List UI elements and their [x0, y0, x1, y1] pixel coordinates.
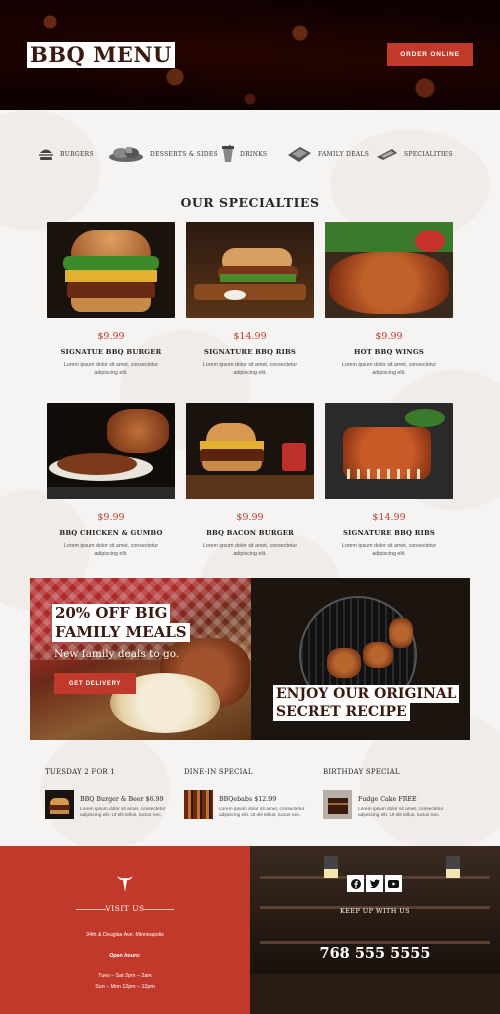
wings-photo — [325, 222, 453, 318]
item-description: Lorem ipsum dolor sit amet, consectetur … — [202, 543, 298, 557]
category-specialities[interactable]: SPECIALITIES — [376, 143, 453, 165]
facebook-icon[interactable] — [347, 875, 364, 892]
menu-item-card[interactable]: $14.99 SIGNATURE BBQ RIBS Lorem ipsum do… — [325, 403, 453, 558]
special-dine-in: DINE-IN SPECIAL BBQebabs $12.99 Lorem ip… — [184, 768, 324, 819]
special-thumbnail — [184, 790, 213, 819]
sides-icon — [108, 145, 144, 163]
specialties-title: OUR SPECIALTIES — [180, 195, 320, 210]
visit-us-label: VISIT US — [105, 904, 145, 913]
item-name: HOT BBQ WINGS — [354, 348, 424, 356]
item-name: SIGNATURE BBQ RIBS — [342, 529, 436, 537]
category-family-deals[interactable]: FAMILY DEALS — [286, 143, 369, 165]
category-drinks[interactable]: DRINKS — [222, 143, 267, 165]
category-burgers[interactable]: BURGERS — [38, 143, 94, 165]
social-panel: KEEP UP WITH US 768 555 5555 — [250, 846, 500, 1014]
promo-headline-line1: 20% OFF BIG — [52, 604, 171, 623]
special-title: BBQ Burger & Beer $6.99 — [80, 796, 164, 803]
burger-photo — [47, 222, 175, 318]
item-price: $9.99 — [236, 512, 264, 523]
item-price: $14.99 — [233, 331, 267, 342]
secret-recipe-promo: ENJOY OUR ORIGINAL SECRET RECIPE — [251, 578, 470, 740]
bull-logo-icon — [116, 874, 134, 899]
special-heading: BIRTHDAY SPECIAL — [323, 768, 400, 776]
category-label: FAMILY DEALS — [318, 150, 370, 158]
menu-item-card[interactable]: $9.99 SIGNATUE BBQ BURGER Lorem ipsum do… — [47, 222, 175, 377]
special-description: Lorem ipsum dolor sit amet, consectetur … — [358, 807, 444, 818]
grilled-meat — [327, 648, 361, 678]
special-title: BBQebabs $12.99 — [219, 796, 277, 803]
secret-recipe-headline: ENJOY OUR ORIGINAL SECRET RECIPE — [273, 685, 460, 721]
menu-item-card[interactable]: $9.99 BBQ BACON BURGER Lorem ipsum dolor… — [186, 403, 314, 558]
family-deal-icon — [286, 145, 312, 163]
menu-item-card[interactable]: $9.99 HOT BBQ WINGS Lorem ipsum dolor si… — [325, 222, 453, 377]
item-name: SIGNATUE BBQ BURGER — [60, 348, 162, 356]
item-description: Lorem ipsum dolor sit amet, consectetur … — [341, 362, 437, 376]
drink-icon — [222, 145, 234, 163]
category-nav: BURGERS DESSERTS & SIDES DRINKS FAMILY D… — [0, 143, 500, 165]
promo-headline: 20% OFF BIG FAMILY MEALS — [52, 604, 190, 642]
special-heading: TUESDAY 2 FOR 1 — [45, 768, 115, 776]
page-title: BBQ MENU — [27, 42, 175, 68]
category-label: DRINKS — [240, 150, 268, 158]
hours-line-1: Tues – Sat 2pm – 2am — [98, 973, 152, 979]
bar-lamp — [446, 856, 460, 878]
item-price: $9.99 — [375, 331, 403, 342]
category-label: DESSERTS & SIDES — [150, 150, 218, 158]
special-heading: DINE-IN SPECIAL — [184, 768, 253, 776]
speciality-icon — [376, 147, 398, 161]
item-description: Lorem ipsum dolor sit amet, consectetur … — [63, 362, 159, 376]
address: 34th & Douglas Ave. Minneapolis — [86, 932, 164, 938]
menu-item-card[interactable]: $9.99 BBQ CHICKEN & GUMBO Lorem ipsum do… — [47, 403, 175, 558]
hero-banner: BBQ MENU ORDER ONLINE — [0, 0, 500, 110]
item-name: SIGNATURE BBQ RIBS — [203, 348, 297, 356]
special-tuesday: TUESDAY 2 FOR 1 BBQ Burger & Beer $6.99 … — [45, 768, 185, 819]
special-description: Lorem ipsum dolor sit amet, consectetur … — [219, 807, 305, 818]
promo-headline-line2: FAMILY MEALS — [52, 623, 190, 642]
hours-line-2: Sun – Mon 12pm – 12pm — [95, 984, 155, 990]
item-name: BBQ BACON BURGER — [206, 529, 294, 537]
special-birthday: BIRTHDAY SPECIAL Fudge Cake FREE Lorem i… — [323, 768, 463, 819]
special-thumbnail — [323, 790, 352, 819]
ribs-photo — [325, 403, 453, 499]
item-description: Lorem ipsum dolor sit amet, consectetur … — [63, 543, 159, 557]
grilled-meat — [389, 618, 413, 648]
special-thumbnail — [45, 790, 74, 819]
bar-counter — [250, 974, 500, 1014]
category-label: BURGERS — [60, 150, 94, 158]
item-description: Lorem ipsum dolor sit amet, consectetur … — [341, 543, 437, 557]
promo-banner: 20% OFF BIG FAMILY MEALS New family deal… — [30, 578, 470, 740]
visit-us-panel: VISIT US 34th & Douglas Ave. Minneapolis… — [0, 846, 250, 1014]
category-label: SPECIALITIES — [404, 150, 453, 158]
open-hours-label: Open hours: — [109, 953, 141, 959]
menu-item-card[interactable]: $14.99 SIGNATURE BBQ RIBS Lorem ipsum do… — [186, 222, 314, 377]
secret-recipe-line2: SECRET RECIPE — [273, 703, 410, 721]
ribs-sandwich-photo — [186, 222, 314, 318]
youtube-icon[interactable] — [385, 875, 402, 892]
item-price: $9.99 — [97, 331, 125, 342]
item-description: Lorem ipsum dolor sit amet, consectetur … — [202, 362, 298, 376]
secret-recipe-line1: ENJOY OUR ORIGINAL — [273, 685, 460, 703]
chicken-gumbo-photo — [47, 403, 175, 499]
special-description: Lorem ipsum dolor sit amet, consectetur … — [80, 807, 166, 818]
bar-shelf — [260, 941, 490, 944]
bar-lamp — [324, 856, 338, 878]
social-label: KEEP UP WITH US — [340, 907, 410, 915]
bacon-burger-photo — [186, 403, 314, 499]
divider-right — [144, 909, 174, 910]
item-price: $9.99 — [97, 512, 125, 523]
get-delivery-button[interactable]: GET DELIVERY — [54, 673, 136, 694]
family-meals-promo: 20% OFF BIG FAMILY MEALS New family deal… — [30, 578, 251, 740]
phone-number[interactable]: 768 555 5555 — [250, 945, 500, 962]
grilled-meat — [363, 642, 393, 668]
item-name: BBQ CHICKEN & GUMBO — [59, 529, 163, 537]
burger-icon — [38, 147, 54, 161]
item-price: $14.99 — [372, 512, 406, 523]
order-online-button[interactable]: ORDER ONLINE — [387, 43, 473, 66]
special-title: Fudge Cake FREE — [358, 796, 417, 803]
twitter-icon[interactable] — [366, 875, 383, 892]
category-desserts-sides[interactable]: DESSERTS & SIDES — [108, 143, 218, 165]
promo-subtitle: New family deals to go. — [54, 648, 180, 660]
